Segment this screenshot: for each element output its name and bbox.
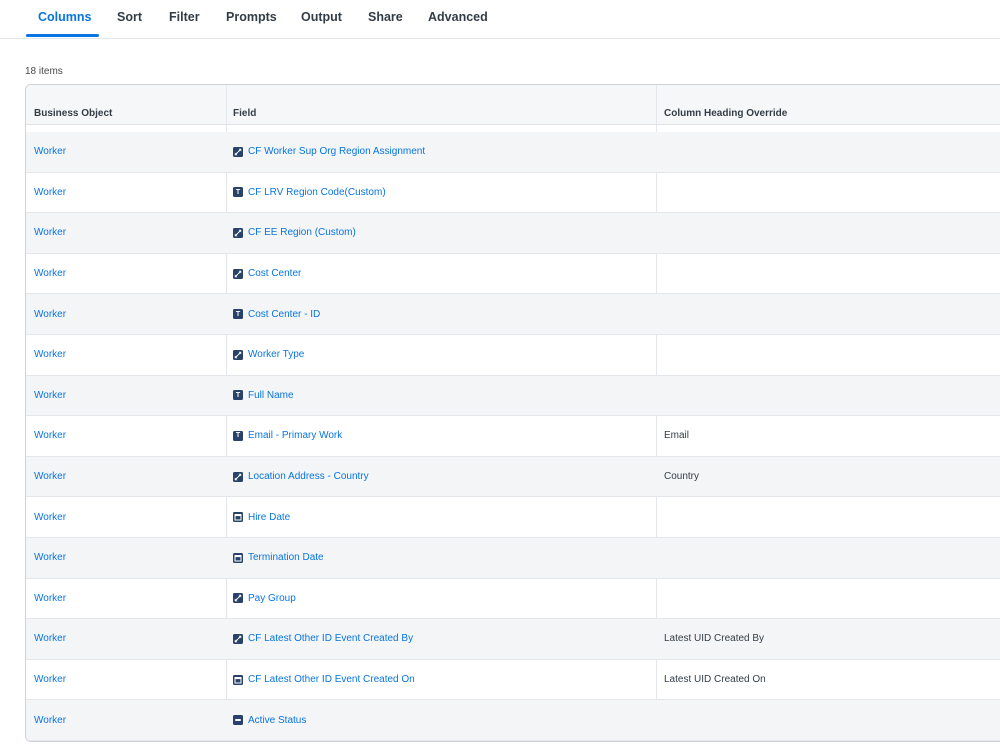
business-object-link[interactable]: Worker	[34, 538, 66, 578]
business-object-link[interactable]: Worker	[34, 416, 66, 456]
text-icon: T	[233, 430, 243, 441]
field-link[interactable]: Worker Type	[248, 349, 304, 360]
date-icon	[233, 512, 243, 523]
field-cell: T Email - Primary Work	[233, 416, 342, 456]
field-link[interactable]: Full Name	[248, 390, 294, 401]
business-object-link[interactable]: Worker	[34, 132, 66, 172]
business-object-link[interactable]: Worker	[34, 376, 66, 416]
business-object-link[interactable]: Worker	[34, 335, 66, 375]
item-count: 18 items	[25, 66, 63, 77]
business-object-link[interactable]: Worker	[34, 579, 66, 619]
text-icon: T	[233, 187, 243, 198]
field-cell: Cost Center	[233, 254, 301, 294]
field-link[interactable]: CF EE Region (Custom)	[248, 227, 356, 238]
instance-icon	[233, 268, 243, 279]
table-row: Worker CF Latest Other ID Event Created O…	[26, 660, 1000, 701]
tab-advanced[interactable]: Advanced	[428, 10, 488, 24]
header-column-heading-override[interactable]: Column Heading Override	[664, 108, 787, 119]
field-cell: T CF LRV Region Code(Custom)	[233, 173, 386, 213]
column-heading-override: Latest UID Created On	[664, 674, 766, 686]
field-link[interactable]: Cost Center - ID	[248, 309, 320, 320]
tab-sort[interactable]: Sort	[117, 10, 142, 24]
field-link[interactable]: Hire Date	[248, 512, 290, 523]
column-heading-override: Email	[664, 430, 690, 442]
table-row: Worker T CF LRV Region Code(Custom)	[26, 173, 1000, 214]
tab-share[interactable]: Share	[368, 10, 403, 24]
table-row: Worker Location Address - Country Country	[26, 456, 1000, 498]
date-icon	[233, 552, 243, 563]
column-heading-override: Country	[664, 471, 700, 483]
grid-header: Business Object Field Column Heading Ove…	[26, 85, 1000, 125]
field-link[interactable]: Email - Primary Work	[248, 430, 342, 441]
field-link[interactable]: Cost Center	[248, 268, 301, 279]
table-row: Worker Termination Date	[26, 537, 1000, 579]
field-cell: CF Worker Sup Org Region Assignment	[233, 132, 425, 172]
table-row: Worker T Email - Primary Work Email	[26, 416, 1000, 457]
date-icon	[233, 674, 243, 685]
tab-output[interactable]: Output	[301, 10, 342, 24]
grid-body: Worker CF Worker Sup Org Region Assignmen…	[26, 132, 1000, 741]
instance-icon	[233, 227, 243, 238]
field-cell: Location Address - Country	[233, 457, 369, 497]
tab-bar: Columns Sort Filter Prompts Output Share…	[0, 0, 1000, 39]
field-link[interactable]: CF Worker Sup Org Region Assignment	[248, 146, 425, 157]
business-object-link[interactable]: Worker	[34, 294, 66, 334]
field-cell: T Cost Center - ID	[233, 294, 320, 334]
instance-icon	[233, 593, 243, 604]
header-business-object[interactable]: Business Object	[34, 108, 112, 119]
table-row: Worker Worker Type	[26, 335, 1000, 376]
instance-icon	[233, 633, 243, 644]
business-object-link[interactable]: Worker	[34, 619, 66, 659]
business-object-link[interactable]: Worker	[34, 660, 66, 700]
field-cell: Hire Date	[233, 497, 290, 537]
field-link[interactable]: CF Latest Other ID Event Created By	[248, 633, 413, 644]
field-cell: Termination Date	[233, 538, 324, 578]
table-row: Worker Pay Group	[26, 579, 1000, 620]
business-object-link[interactable]: Worker	[34, 254, 66, 294]
table-row: Worker CF EE Region (Custom)	[26, 213, 1000, 254]
text-icon: T	[233, 390, 243, 401]
field-link[interactable]: Active Status	[248, 715, 306, 726]
business-object-link[interactable]: Worker	[34, 173, 66, 213]
table-row: Worker CF Worker Sup Org Region Assignmen…	[26, 132, 1000, 173]
field-link[interactable]: CF LRV Region Code(Custom)	[248, 187, 386, 198]
field-cell: CF EE Region (Custom)	[233, 213, 356, 253]
active-tab-indicator	[26, 34, 99, 37]
field-cell: CF Latest Other ID Event Created By	[233, 619, 413, 659]
field-cell: Active Status	[233, 700, 306, 740]
columns-grid: Business Object Field Column Heading Ove…	[25, 84, 1000, 742]
business-object-link[interactable]: Worker	[34, 213, 66, 253]
boolean-icon	[233, 715, 243, 726]
column-heading-override: Latest UID Created By	[664, 633, 765, 645]
text-icon: T	[233, 309, 243, 320]
table-row: Worker Active Status	[26, 700, 1000, 741]
table-row: Worker Hire Date	[26, 497, 1000, 538]
field-link[interactable]: Pay Group	[248, 593, 296, 604]
field-link[interactable]: CF Latest Other ID Event Created On	[248, 674, 415, 685]
business-object-link[interactable]: Worker	[34, 497, 66, 537]
field-cell: Worker Type	[233, 335, 304, 375]
field-cell: CF Latest Other ID Event Created On	[233, 660, 415, 700]
instance-icon	[233, 146, 243, 157]
instance-icon	[233, 471, 243, 482]
tab-prompts[interactable]: Prompts	[226, 10, 277, 24]
tab-filter[interactable]: Filter	[169, 10, 200, 24]
field-cell: Pay Group	[233, 579, 296, 619]
business-object-link[interactable]: Worker	[34, 457, 66, 497]
instance-icon	[233, 349, 243, 360]
header-field[interactable]: Field	[233, 108, 256, 119]
table-row: Worker Cost Center	[26, 254, 1000, 295]
table-row: Worker CF Latest Other ID Event Created B…	[26, 619, 1000, 660]
field-link[interactable]: Termination Date	[248, 552, 324, 563]
tab-columns[interactable]: Columns	[38, 10, 91, 24]
table-row: Worker T Cost Center - ID	[26, 294, 1000, 335]
field-link[interactable]: Location Address - Country	[248, 471, 369, 482]
table-row: Worker T Full Name	[26, 375, 1000, 417]
field-cell: T Full Name	[233, 376, 294, 416]
business-object-link[interactable]: Worker	[34, 700, 66, 740]
